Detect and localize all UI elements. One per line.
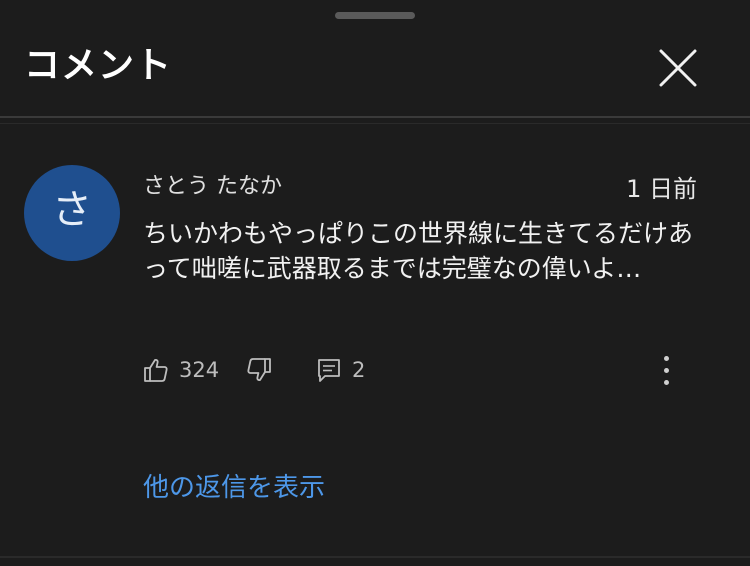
avatar-letter: さ	[52, 187, 92, 233]
comment-timestamp: 1 日前	[626, 175, 697, 203]
thumbs-down-icon	[247, 358, 271, 382]
comment-actions: 324 2	[143, 350, 703, 390]
comment-text[interactable]: ちいかわもやっぱりこの世界線に生きてるだけあって咄嗟に武器取るまでは完璧なの偉い…	[143, 217, 703, 286]
dislike-button[interactable]	[246, 350, 272, 390]
show-replies-link[interactable]: 他の返信を表示	[143, 470, 325, 506]
like-count: 324	[179, 358, 220, 382]
drag-handle[interactable]	[335, 12, 415, 19]
reply-count: 2	[352, 358, 366, 382]
header-divider	[0, 116, 750, 118]
page-title: コメント	[24, 45, 173, 86]
more-vert-icon	[663, 355, 669, 361]
header-divider-shadow	[0, 123, 750, 124]
reply-button[interactable]: 2	[316, 350, 365, 390]
comment-author[interactable]: さとう たなか	[143, 172, 282, 202]
like-button[interactable]: 324	[143, 350, 219, 390]
thumbs-up-icon	[144, 358, 168, 382]
comment-icon	[318, 359, 340, 382]
more-options-button[interactable]	[653, 350, 679, 390]
bottom-divider	[0, 556, 750, 558]
comments-sheet: コメント さ さとう たなか 1 日前 ちいかわもやっぱりこの世界線に生きてるだ…	[0, 0, 750, 566]
close-icon	[659, 49, 697, 87]
avatar[interactable]: さ	[24, 165, 120, 261]
close-button[interactable]	[652, 45, 704, 91]
